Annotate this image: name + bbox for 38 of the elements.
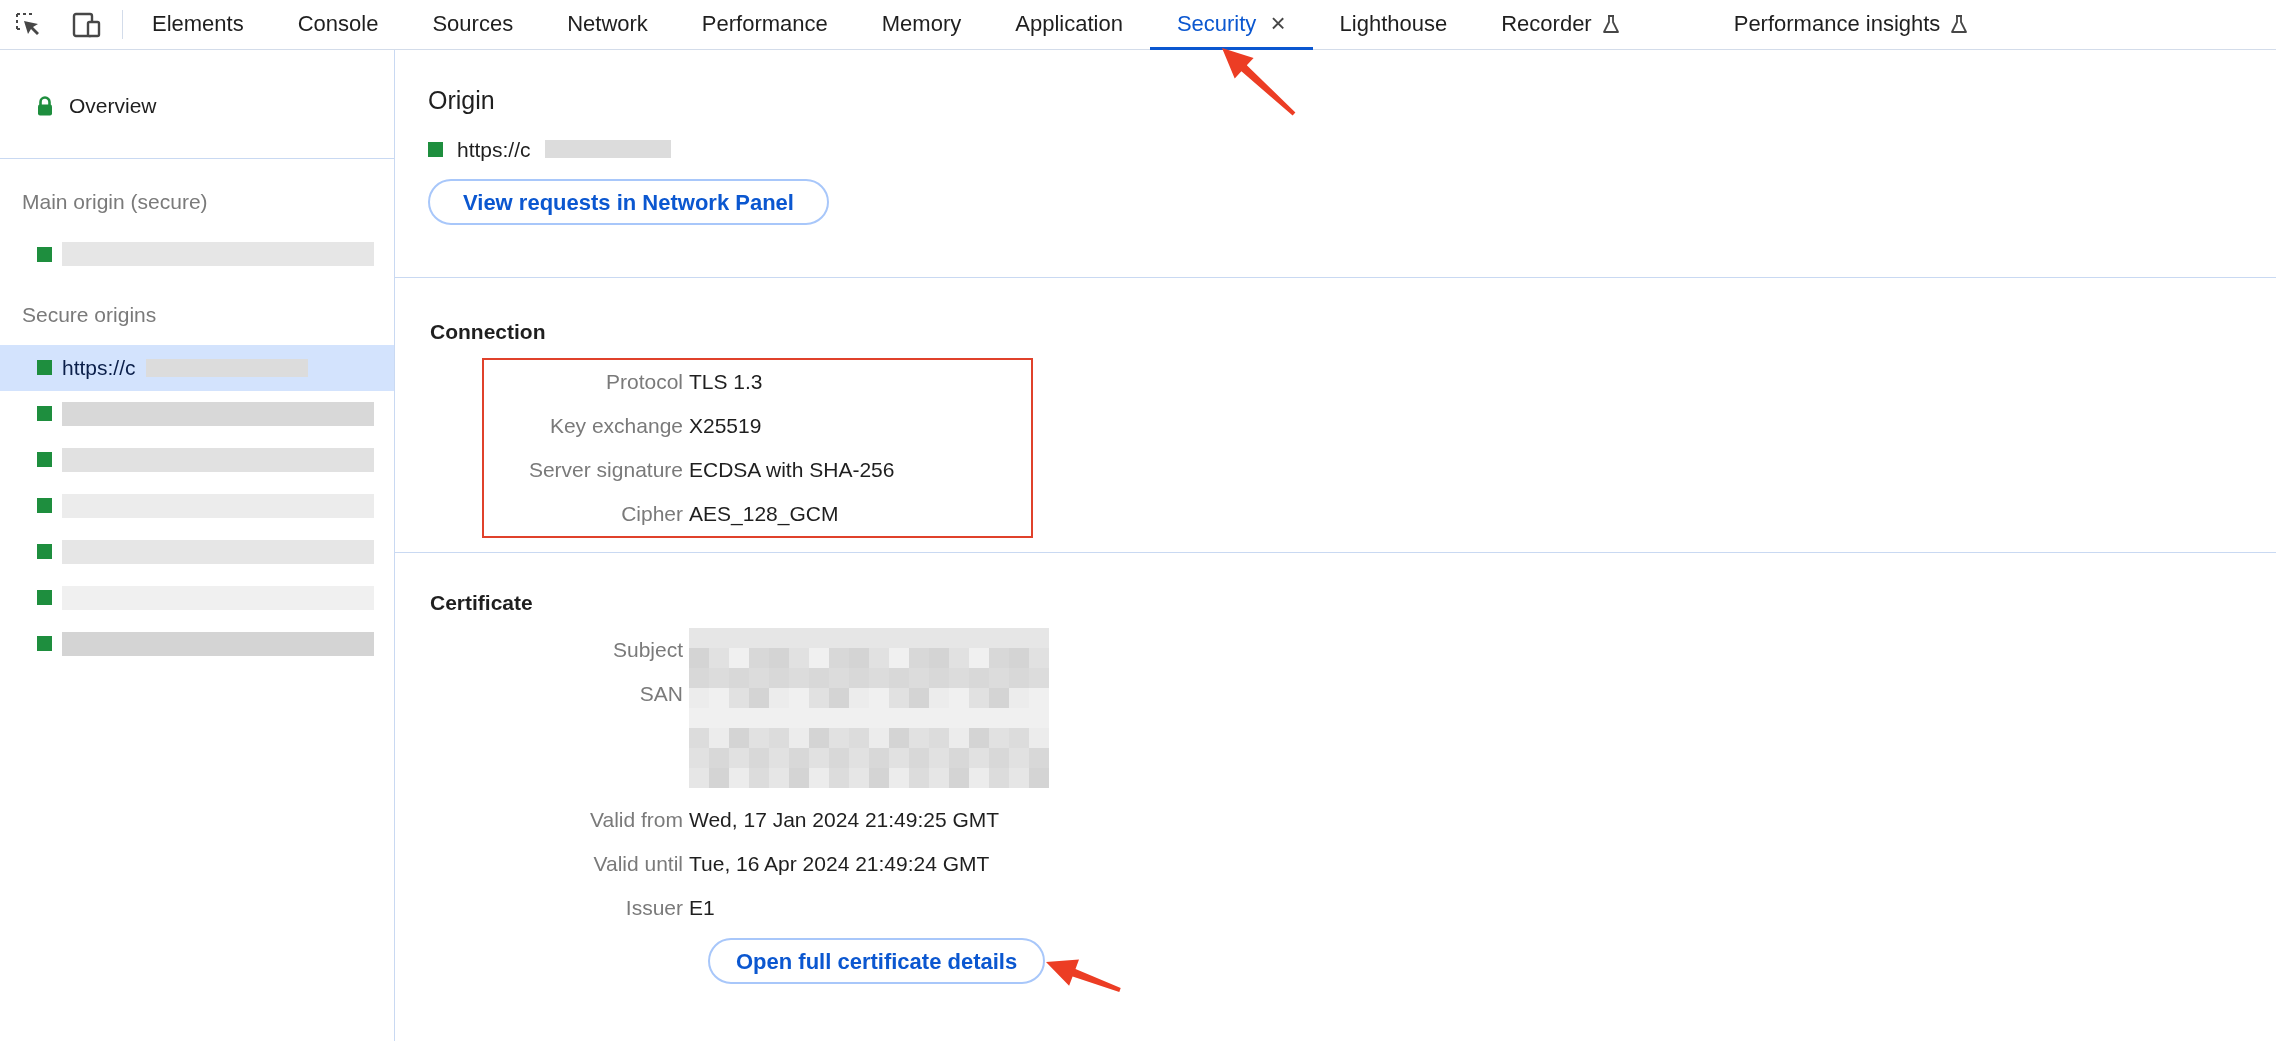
panel-tab[interactable]: Sources [405,0,541,50]
field-label: Issuer [624,895,683,922]
field-value: AES_128_GCM [689,500,839,528]
field-value: TLS 1.3 [689,368,763,395]
origin-item[interactable]: https://c [0,344,394,391]
panel-tab[interactable]: Recorder [1474,0,1647,50]
field-label: SAN [638,681,683,708]
panel-tab[interactable]: Console [270,0,406,50]
field-label: Subject [611,637,683,664]
panel-tab[interactable]: Network [540,0,675,50]
field-label: Valid until [592,851,683,878]
field-value: ECDSA with SHA-256 [689,456,895,483]
section-title: Certificate [430,589,534,616]
overview-item[interactable]: Overview [37,90,157,122]
field-label: Protocol [604,368,683,395]
panel-tab[interactable]: Lighthouse [1312,0,1475,50]
close-icon[interactable]: × [1270,4,1286,43]
field-value: Tue, 16 Apr 2024 21:49:24 GMT [689,851,990,878]
panel-tab[interactable]: Memory [854,0,989,50]
view-requests-button[interactable]: View requests in Network Panel [428,179,829,225]
field-label: Cipher [620,500,683,527]
section-title: Origin [428,85,496,116]
origin-url: https://c [457,136,531,163]
panel-tab[interactable]: Performance [674,0,855,50]
panel-tab[interactable]: Performance insights [1706,0,1996,50]
field-value: Wed, 17 Jan 2024 21:49:25 GMT [689,807,1000,834]
field-label: Key exchange [548,412,683,439]
field-label: Server signature [527,456,683,483]
field-value: E1 [689,895,715,922]
section-heading: Secure origins [21,302,158,328]
section-heading: Main origin (secure) [21,188,209,215]
panel-tab[interactable]: Security × [1149,0,1313,50]
section-title: Connection [430,319,547,345]
field-value: X25519 [689,412,762,439]
panel-tab[interactable]: Application [988,0,1150,50]
panel-tab[interactable]: Elements [125,0,271,50]
field-label: Valid from [589,807,683,834]
certificate-details-button[interactable]: Open full certificate details [708,938,1046,984]
